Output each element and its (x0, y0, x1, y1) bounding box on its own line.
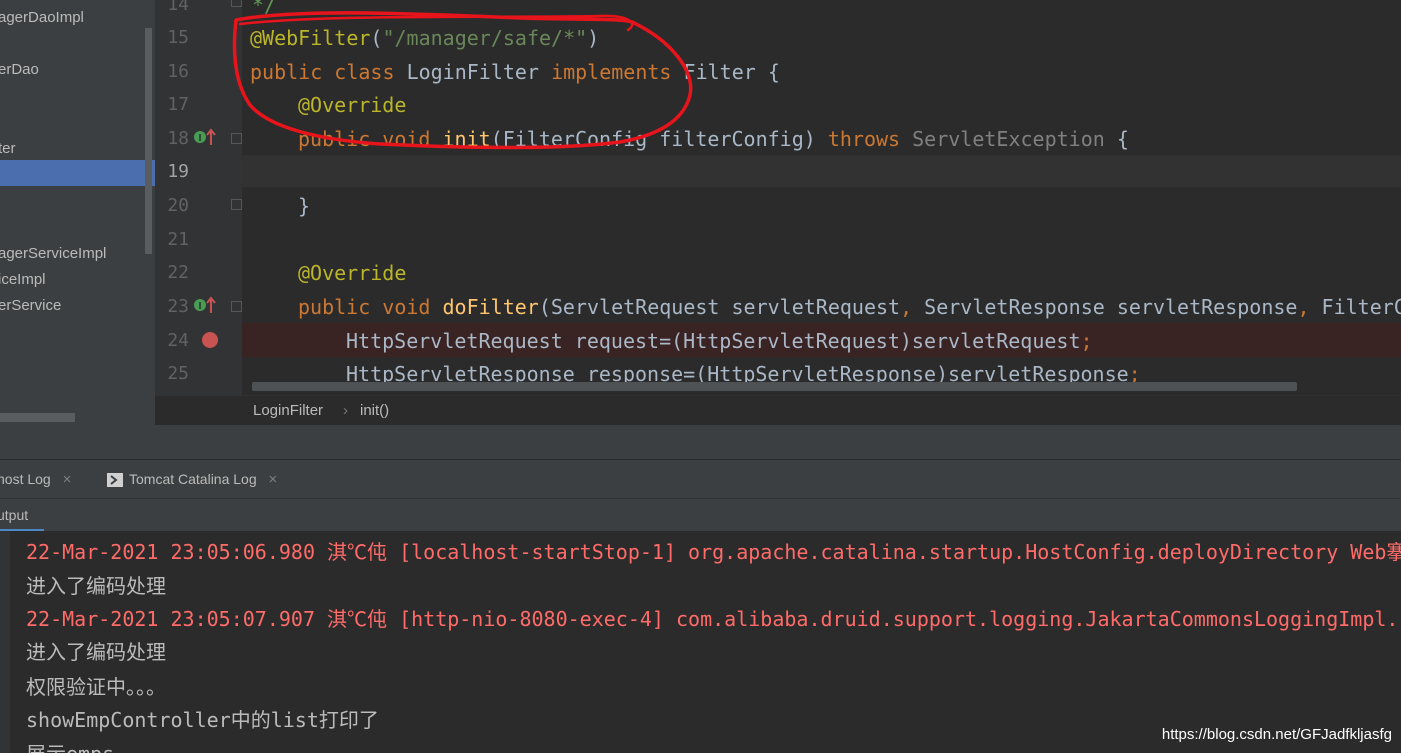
keyword-token: public (298, 127, 371, 151)
line-number: 23 (167, 296, 189, 317)
svg-text:I: I (199, 301, 202, 312)
code-line-18: public void init(FilterConfig filterConf… (298, 122, 1129, 156)
tree-item[interactable]: agerDaoImpl (0, 6, 84, 30)
override-method-icon[interactable]: I (193, 128, 217, 148)
svg-text:I: I (199, 133, 202, 144)
line-number: 17 (167, 94, 189, 115)
exception-token: ServletException (912, 127, 1105, 151)
console-line: showEmpController中的list打印了 (26, 708, 379, 732)
console-line: 进入了编码处理 (26, 640, 166, 664)
line-number: 22 (167, 262, 189, 283)
fold-marker-icon[interactable] (231, 0, 242, 7)
punctuation-token: , (900, 295, 925, 319)
line-number: 19 (167, 161, 189, 182)
code-token: ( (370, 26, 383, 50)
code-line-14: */ (252, 0, 277, 17)
code-token: (ServletRequest servletRequest (538, 295, 901, 319)
close-icon[interactable]: × (269, 471, 278, 488)
tab-localhost-log[interactable]: host Log × (0, 460, 71, 498)
code-token: ) (587, 26, 600, 50)
code-token: (FilterConfig filterConfig) (490, 127, 828, 151)
line-number: 16 (167, 61, 189, 82)
tree-item[interactable]: iceImpl (0, 268, 46, 292)
string-token: "/manager/safe/*" (382, 26, 588, 50)
keyword-token: void (382, 127, 431, 151)
watermark: https://blog.csdn.net/GFJadfkljasfg (1161, 726, 1392, 743)
code-token: { (1104, 127, 1129, 151)
panel-divider[interactable] (0, 425, 1401, 460)
code-token: Filter { (683, 60, 780, 84)
tree-item[interactable]: erService (0, 294, 61, 318)
annotation-token: @WebFilter (250, 26, 371, 50)
override-method-icon[interactable]: I (193, 296, 217, 316)
tree-item[interactable]: agerServiceImpl (0, 242, 106, 266)
code-token: FilterC (1321, 295, 1401, 319)
breakpoint-icon[interactable] (201, 331, 219, 349)
breadcrumb-class[interactable]: LoginFilter (253, 396, 323, 426)
punctuation-token: , (1297, 295, 1322, 319)
line-number: 24 (167, 330, 189, 351)
console-line: 展示emps (26, 737, 114, 753)
tab-label: host Log (0, 471, 51, 487)
method-name-token: init (442, 127, 491, 151)
console-gutter (0, 531, 10, 753)
editor-gutter: 14 15 16 17 18 19 20 21 22 23 24 25 I I (155, 0, 242, 395)
console-line: 进入了编码处理 (26, 574, 166, 598)
line-number: 18 (167, 128, 189, 149)
line-number: 15 (167, 27, 189, 48)
code-line-23: public void doFilter(ServletRequest serv… (298, 290, 1401, 324)
fold-marker-icon[interactable] (231, 133, 242, 144)
keyword-token: class (334, 60, 395, 84)
close-icon[interactable]: × (63, 471, 72, 488)
code-line-24: HttpServletRequest request=(HttpServletR… (346, 324, 1093, 358)
code-token: ServletResponse servletResponse (924, 295, 1298, 319)
breadcrumb-method[interactable]: init() (360, 396, 389, 426)
tree-horizontal-scrollbar[interactable] (0, 413, 75, 422)
console-output[interactable]: 22-Mar-2021 23:05:06.980 淇℃伅 [localhost-… (0, 531, 1401, 753)
tree-item[interactable]: erDao (0, 58, 39, 82)
method-name-token: doFilter (442, 295, 539, 319)
code-line-17: @Override (298, 88, 406, 122)
line-number: 25 (167, 363, 189, 384)
punctuation-token: ; (1080, 329, 1093, 353)
keyword-token: public (298, 295, 371, 319)
tab-output[interactable]: utput (0, 499, 28, 532)
tree-selected-row[interactable] (0, 160, 155, 186)
code-token: HttpServletRequest request=(HttpServletR… (346, 329, 1081, 353)
keyword-token: throws (827, 127, 901, 151)
code-line-20: } (298, 194, 311, 218)
code-line-16: public class LoginFilter implements Filt… (250, 55, 780, 89)
code-line-22: @Override (298, 256, 406, 290)
run-tabs-bar: host Log × Tomcat Catalina Log × (0, 460, 1401, 498)
tree-vertical-scrollbar[interactable] (145, 28, 152, 254)
current-line-highlight (242, 155, 1401, 187)
annotation-token: @Override (298, 261, 407, 285)
code-editor[interactable]: */ @WebFilter("/manager/safe/*") public … (242, 0, 1401, 395)
breadcrumb-separator: › (343, 402, 348, 419)
annotation-token: @Override (298, 93, 407, 117)
line-number: 21 (167, 229, 189, 250)
editor-horizontal-scrollbar[interactable] (252, 382, 1297, 391)
code-line-15: @WebFilter("/manager/safe/*") (250, 21, 599, 55)
console-line: 22-Mar-2021 23:05:06.980 淇℃伅 [localhost-… (26, 540, 1401, 564)
tree-item[interactable]: ter (0, 137, 16, 161)
line-number: 14 (167, 0, 189, 15)
keyword-token: public (250, 60, 323, 84)
console-line: 22-Mar-2021 23:05:07.907 淇℃伅 [http-nio-8… (26, 607, 1399, 631)
console-line: 权限验证中。。。 (26, 675, 166, 699)
keyword-token: void (382, 295, 431, 319)
project-tree: agerDaoImpl erDao ter agerServiceImpl ic… (0, 0, 155, 425)
class-name-token: LoginFilter (406, 60, 540, 84)
line-number: 20 (167, 195, 189, 216)
fold-marker-icon[interactable] (231, 301, 242, 312)
tab-tomcat-catalina-log[interactable]: Tomcat Catalina Log × (107, 460, 277, 498)
output-subtab-bar: utput (0, 498, 1401, 532)
keyword-token: implements (551, 60, 672, 84)
tab-label: Tomcat Catalina Log (129, 471, 257, 487)
console-icon (107, 473, 123, 488)
breadcrumb: LoginFilter › init() (155, 395, 1401, 426)
fold-marker-icon[interactable] (231, 199, 242, 210)
